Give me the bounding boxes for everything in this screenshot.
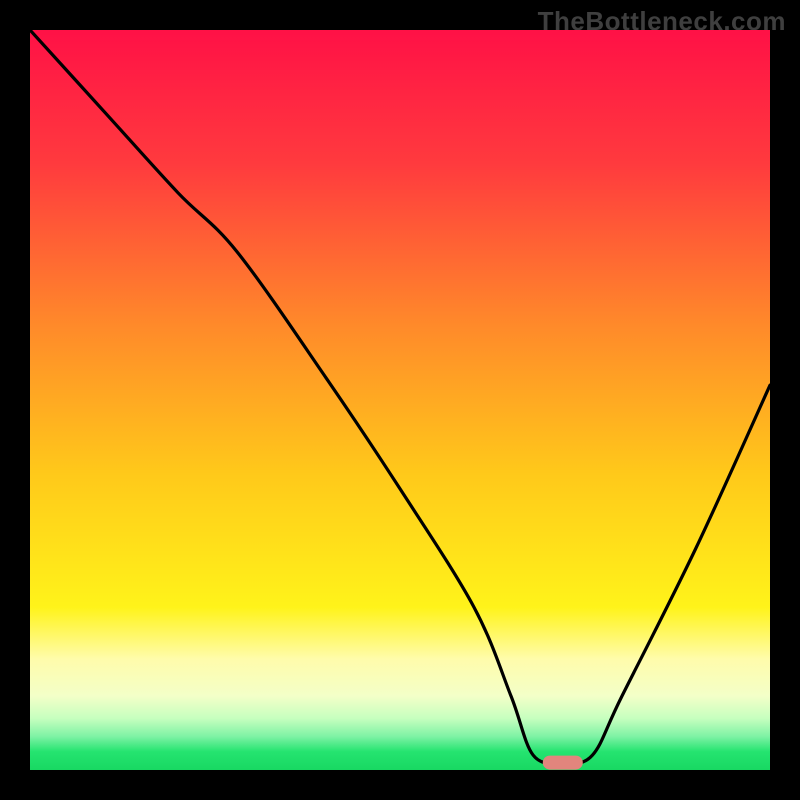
chart-background-gradient — [30, 30, 770, 770]
optimal-marker — [543, 756, 583, 770]
chart-frame: TheBottleneck.com — [0, 0, 800, 800]
chart-svg — [30, 30, 770, 770]
chart-plot-area — [30, 30, 770, 770]
